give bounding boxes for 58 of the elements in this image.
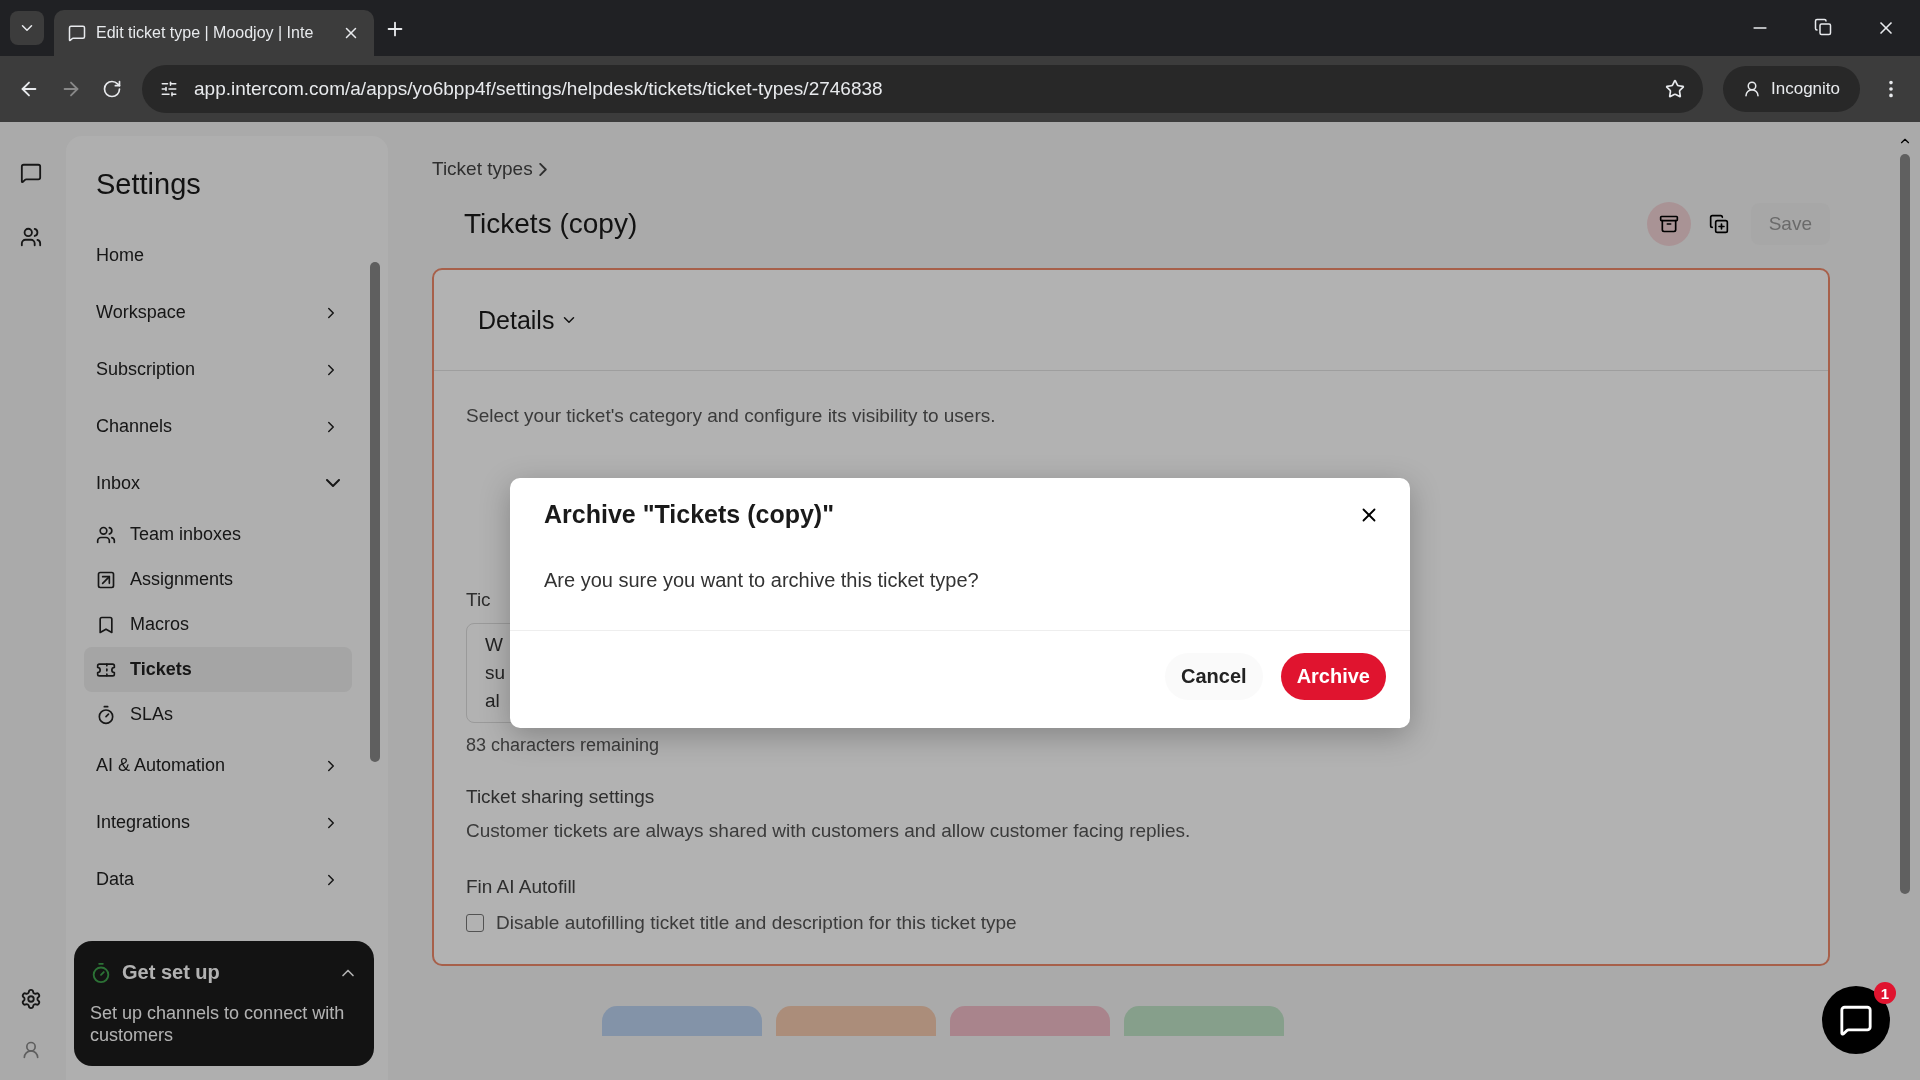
sidebar-title: Settings [96, 168, 202, 201]
nav-item[interactable]: Inbox [84, 455, 352, 512]
dialog-message: Are you sure you want to archive this ticket type? [544, 569, 980, 592]
timer-icon [96, 704, 116, 725]
nav-item[interactable]: Data [84, 851, 352, 908]
section-toggle[interactable]: Details [434, 270, 1828, 371]
restore-icon[interactable] [1814, 18, 1832, 36]
bookmark-star-icon[interactable] [1665, 79, 1685, 99]
checkbox-label: Disable autofilling ticket title and description for this ticket type [496, 912, 1017, 934]
archive-button[interactable] [1646, 202, 1691, 246]
tab-list-button[interactable] [10, 11, 44, 45]
reload-icon[interactable] [102, 79, 122, 99]
page-scrollbar-thumb[interactable] [1900, 154, 1910, 894]
section-description: Select your ticket's category and configure its visibility to users. [466, 405, 997, 427]
avatar-icon[interactable] [21, 1040, 41, 1060]
archive-confirm-button[interactable]: Archive [1280, 653, 1386, 700]
setup-card[interactable]: Get set up Set up channels to connect with customers [74, 941, 374, 1066]
nav-subitem[interactable]: Macros [84, 602, 352, 647]
site-settings-icon[interactable] [160, 80, 178, 98]
notification-badge: 1 [1874, 982, 1896, 1004]
chat-icon [1839, 1003, 1873, 1037]
person-icon [1743, 80, 1761, 98]
people-icon [96, 524, 116, 545]
nav-item[interactable]: Home [84, 227, 352, 284]
incognito-button[interactable]: Incognito [1723, 66, 1860, 112]
field-label: Tic [466, 589, 492, 611]
setup-text: Set up channels to connect with customers [90, 1002, 346, 1046]
sharing-description: Customer tickets are always shared with customers and allow customer facing replies. [466, 820, 1192, 842]
section-label: Fin AI Autofill [466, 876, 577, 898]
nav-item[interactable]: Workspace [84, 284, 352, 341]
checkbox[interactable] [466, 914, 484, 932]
section-label: Ticket sharing settings [466, 786, 656, 808]
chevron-right-icon [538, 162, 547, 176]
browser-tab[interactable]: Edit ticket type | Moodjoy | Inte [54, 10, 374, 56]
nav-item[interactable]: AI & Automation [84, 737, 352, 794]
breadcrumb-link[interactable]: Ticket types [432, 158, 1830, 180]
nav-subitem[interactable]: Tickets [84, 647, 352, 692]
nav-item[interactable]: Integrations [84, 794, 352, 851]
character-count: 83 characters remaining [466, 735, 661, 756]
contacts-icon[interactable] [20, 226, 42, 248]
bookmark-icon [96, 614, 116, 635]
cancel-button[interactable]: Cancel [1165, 653, 1263, 700]
duplicate-icon [1708, 214, 1729, 234]
inbox-icon[interactable] [20, 162, 42, 184]
page-title: Tickets (copy) [464, 208, 639, 240]
address-bar[interactable]: app.intercom.com/a/apps/yo6bpp4f/settings/helpdesk/tickets/ticket-types/2746838 [142, 65, 1703, 113]
setup-title: Get set up [122, 961, 221, 984]
archive-icon [1658, 214, 1679, 234]
nav-item[interactable]: Subscription [84, 341, 352, 398]
settings-icon[interactable] [20, 988, 42, 1010]
nav-subitem[interactable]: SLAs [84, 692, 352, 737]
chevron-down-icon [326, 479, 340, 488]
scrollbar-thumb[interactable] [370, 262, 380, 762]
assign-icon [96, 569, 116, 590]
dialog-title: Archive "Tickets (copy)" [544, 500, 834, 529]
nav-item[interactable]: Channels [84, 398, 352, 455]
nav-subitem[interactable]: Assignments [84, 557, 352, 602]
nav-subitem[interactable]: Team inboxes [84, 512, 352, 557]
